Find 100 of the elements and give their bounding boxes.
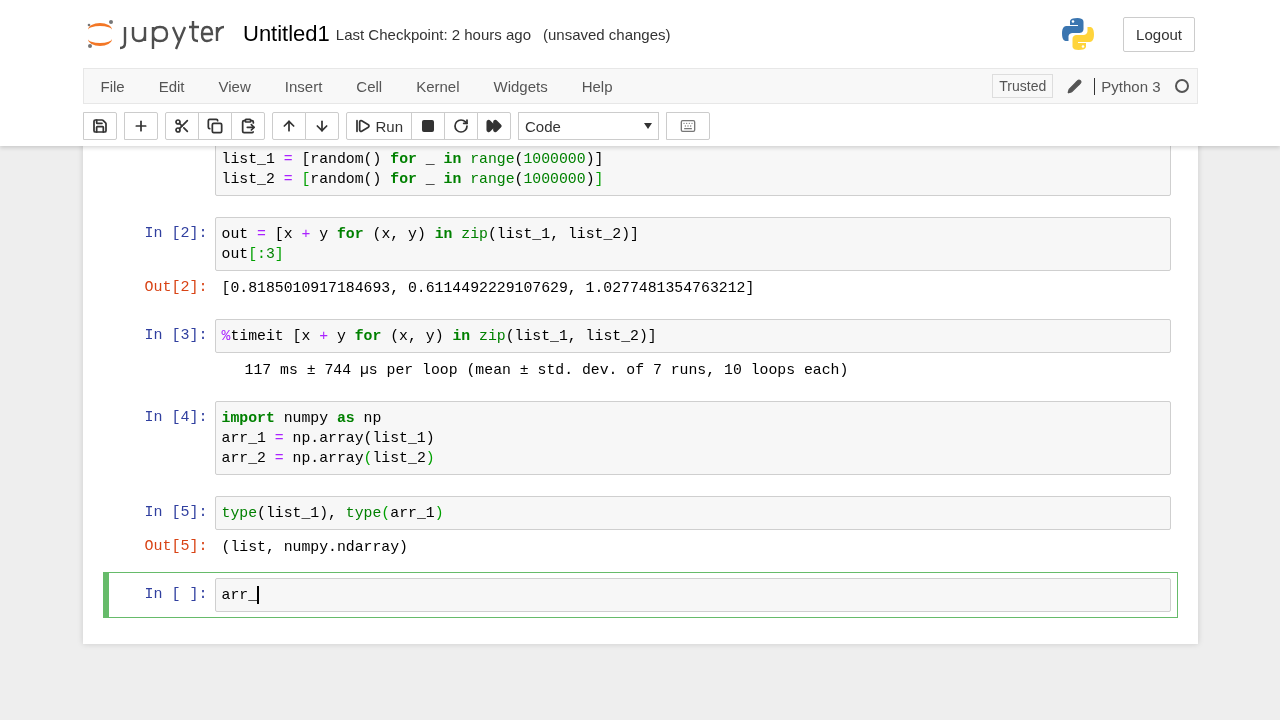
code-token: import	[221, 409, 275, 428]
code-token: type	[221, 504, 258, 523]
step-forward-icon	[354, 118, 371, 134]
code-input[interactable]: %timeit [x + y for (x, y) in zip(list_1, list_2)]	[214, 319, 1171, 353]
code-token: type	[345, 504, 382, 523]
code-token: (	[363, 449, 373, 468]
menu-item[interactable]: View	[203, 77, 266, 95]
copy-button[interactable]	[197, 112, 232, 140]
code-token: list_1	[221, 150, 276, 169]
run-button[interactable]: Run	[345, 112, 413, 140]
notebook-cell[interactable]: In [5]: type(list_1), type(arr_1) Out[5]: (list, numpy.ndarray)	[102, 490, 1178, 563]
scissors-icon	[173, 118, 190, 134]
menu-item[interactable]: File	[83, 77, 140, 95]
paste-button[interactable]	[230, 112, 265, 140]
code-token: _	[424, 170, 436, 189]
pencil-icon[interactable]	[1067, 78, 1083, 94]
code-token: random()	[310, 170, 383, 189]
copy-icon	[206, 118, 223, 134]
trusted-badge[interactable]: Trusted	[992, 74, 1054, 98]
input-prompt: In [3]:	[144, 327, 208, 344]
code-token: np	[362, 409, 382, 428]
shortcuts-button[interactable]	[666, 112, 711, 140]
code-token: zip	[478, 327, 506, 346]
code-token: np.array(list_1)	[291, 429, 435, 448]
save-button[interactable]	[82, 112, 117, 140]
code-token: for	[390, 150, 417, 169]
move-up-button[interactable]	[271, 112, 306, 140]
output-prompt: Out[2]:	[144, 279, 208, 296]
notebook-cell[interactable]: In [3]: %timeit [x + y for (x, y) in zip(list_1, list_2)] 117 ms ± 744 µs per loop (mean ± std. dev. of 7 runs, 10 loops each)	[102, 313, 1178, 386]
code-input[interactable]: import numpy as np arr_1 = np.array(list_1) arr_2 = np.array(list_2)	[214, 401, 1171, 475]
code-token: [	[300, 170, 311, 189]
code-token: for	[390, 170, 417, 189]
code-token: range	[469, 150, 515, 169]
code-token: arr_	[221, 586, 258, 605]
code-token: (	[514, 170, 524, 189]
code-token: 3	[265, 245, 275, 264]
cell-type-select[interactable]: Code	[518, 112, 660, 140]
move-down-button[interactable]	[304, 112, 339, 140]
code-token: list_2	[221, 170, 276, 189]
input-prompt: In [4]:	[144, 409, 208, 426]
code-token: )	[434, 504, 444, 523]
code-token: =	[283, 170, 293, 189]
code-token: =	[274, 449, 284, 468]
code-input[interactable]: arr_	[214, 578, 1171, 612]
menu-item[interactable]: Insert	[269, 77, 338, 95]
code-input[interactable]: out = [x + y for (x, y) in zip(list_1, list_2)] out[:3]	[214, 217, 1171, 271]
insert-cell-button[interactable]	[123, 112, 158, 140]
kernel-name: Python 3	[1094, 77, 1161, 95]
python-logo	[1061, 17, 1096, 51]
code-token: )	[425, 449, 435, 468]
code-token: timeit [x	[230, 327, 312, 346]
code-token: out	[221, 225, 250, 244]
notebook-cell[interactable]: In [2]: out = [x + y for (x, y) in zip(list_1, list_2)] out[:3] Out[2]: [0.8185010917184693, 0.6114492229107629, 1.0277481354763212]	[102, 211, 1178, 304]
paste-icon	[239, 118, 256, 134]
fast-forward-icon	[486, 118, 503, 134]
code-token: %	[221, 327, 231, 346]
code-token: )	[585, 170, 595, 189]
code-token: =	[274, 429, 284, 448]
menu-item[interactable]: Widgets	[478, 77, 563, 95]
code-token: (	[381, 504, 391, 523]
cell-output: [0.8185010917184693, 0.6114492229107629, 1.0277481354763212]	[220, 279, 756, 298]
code-token: in	[434, 225, 453, 244]
notebook-cell[interactable]: list_1 = [random() for _ in range(1000000)] list_2 = [random() for _ in range(1000000)]	[102, 146, 1178, 202]
restart-button[interactable]	[444, 112, 479, 140]
code-token: arr_1	[390, 504, 435, 523]
code-token: +	[319, 327, 329, 346]
code-token: (list_1, list_2)]	[487, 225, 639, 244]
code-token: [:	[248, 245, 266, 264]
code-token: (list_1),	[257, 504, 338, 523]
code-token: in	[452, 327, 471, 346]
notebook-title[interactable]: Untitled1	[243, 21, 330, 47]
input-prompt: In [ ]:	[144, 586, 208, 603]
code-token: [x	[273, 225, 294, 244]
caret-icon	[644, 123, 653, 129]
code-token: (x, y)	[371, 225, 427, 244]
cell-output: (list, numpy.ndarray)	[220, 538, 409, 557]
cell-output: 117 ms ± 744 µs per loop (mean ± std. dev. of 7 runs, 10 loops each)	[243, 361, 850, 380]
code-token: np.array	[291, 449, 364, 468]
notebook-cell[interactable]: In [4]: import numpy as np arr_1 = np.array(list_1) arr_2 = np.array(list_2)	[102, 395, 1178, 481]
code-token: out	[221, 245, 249, 264]
interrupt-button[interactable]	[411, 112, 446, 140]
code-input[interactable]: type(list_1), type(arr_1)	[214, 496, 1171, 530]
code-token: (list_1, list_2)]	[505, 327, 657, 346]
menu-item[interactable]: Cell	[341, 77, 398, 95]
autosave-status: (unsaved changes)	[542, 25, 671, 43]
code-token: list_2	[372, 449, 426, 468]
code-token: as	[336, 409, 355, 428]
code-token: in	[443, 150, 462, 169]
menu-item[interactable]: Help	[566, 77, 628, 95]
menu-item[interactable]: Kernel	[401, 77, 475, 95]
menu-item[interactable]: Edit	[143, 77, 200, 95]
code-input[interactable]: list_1 = [random() for _ in range(1000000)] list_2 = [random() for _ in range(1000000)]	[214, 146, 1171, 196]
code-token: (	[514, 150, 524, 169]
code-token: zip	[460, 225, 488, 244]
run-all-button[interactable]	[477, 112, 512, 140]
logout-button[interactable]: Logout	[1123, 16, 1195, 52]
cut-button[interactable]	[164, 112, 199, 140]
output-prompt: Out[5]:	[144, 538, 208, 555]
code-token: [random()	[300, 150, 383, 169]
notebook-cell[interactable]: In [ ]: arr_	[102, 572, 1178, 618]
